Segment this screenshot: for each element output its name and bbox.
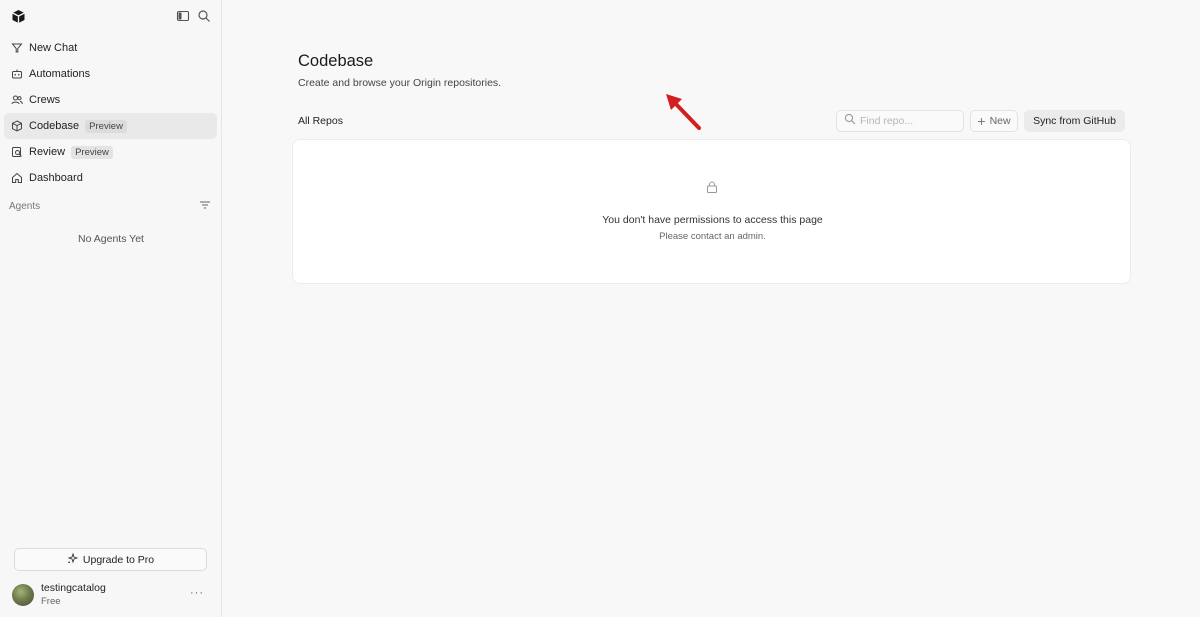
cube-icon xyxy=(11,120,23,132)
plus-icon: + xyxy=(977,113,986,129)
main-content: Codebase Create and browse your Origin r… xyxy=(222,0,1200,617)
review-icon xyxy=(11,146,23,158)
robot-icon xyxy=(11,68,23,80)
sidebar: New Chat Automations Crews Codebase Prev… xyxy=(0,0,222,617)
no-agents-message: No Agents Yet xyxy=(78,233,144,245)
sidebar-item-label: Review xyxy=(29,146,66,158)
sidebar-item-new-chat[interactable]: New Chat xyxy=(4,35,217,61)
permission-hint: Please contact an admin. xyxy=(659,231,766,242)
sidebar-item-label: Codebase xyxy=(29,120,80,132)
preview-badge: Preview xyxy=(85,119,127,133)
annotation-arrow-icon xyxy=(666,94,701,130)
avatar[interactable] xyxy=(12,584,34,606)
upgrade-label: Upgrade to Pro xyxy=(82,553,155,566)
search-icon xyxy=(844,112,856,130)
sidebar-item-label: Dashboard xyxy=(29,172,83,184)
sidebar-item-label: New Chat xyxy=(29,42,78,54)
lock-icon xyxy=(705,180,719,194)
sidebar-item-dashboard[interactable]: Dashboard xyxy=(4,165,217,191)
more-options-icon[interactable]: ··· xyxy=(190,587,204,599)
sidebar-item-automations[interactable]: Automations xyxy=(4,61,217,87)
funnel-icon xyxy=(11,42,23,54)
sync-github-button[interactable]: Sync from GitHub xyxy=(1024,110,1125,132)
logo-icon[interactable] xyxy=(11,9,26,24)
agents-section-header: Agents xyxy=(9,199,211,214)
agents-label: Agents xyxy=(9,201,41,212)
page-title: Codebase xyxy=(298,52,374,70)
permission-message: You don't have permissions to access thi… xyxy=(602,214,823,226)
user-name: testingcatalog xyxy=(41,582,106,594)
new-label: New xyxy=(989,115,1011,127)
sidebar-item-label: Crews xyxy=(29,94,61,106)
search-icon[interactable] xyxy=(197,9,211,23)
sparkle-icon xyxy=(67,552,79,567)
user-profile[interactable]: testingcatalog Free ··· xyxy=(12,581,212,609)
sidebar-nav: New Chat Automations Crews Codebase Prev… xyxy=(4,35,217,191)
search-input[interactable] xyxy=(860,115,960,127)
upgrade-button[interactable]: Upgrade to Pro xyxy=(14,548,207,571)
filter-icon[interactable] xyxy=(199,199,211,214)
sidebar-item-codebase[interactable]: Codebase Preview xyxy=(4,113,217,139)
preview-badge: Preview xyxy=(71,145,113,159)
toggle-sidebar-icon[interactable] xyxy=(176,9,190,23)
users-icon xyxy=(11,94,23,106)
home-icon xyxy=(11,172,23,184)
sidebar-item-label: Automations xyxy=(29,68,91,80)
sidebar-item-review[interactable]: Review Preview xyxy=(4,139,217,165)
tab-all-repos[interactable]: All Repos xyxy=(298,115,343,127)
new-repo-button[interactable]: + New xyxy=(970,110,1018,132)
user-plan: Free xyxy=(41,596,61,607)
empty-state-panel: You don't have permissions to access thi… xyxy=(292,139,1131,284)
sidebar-item-crews[interactable]: Crews xyxy=(4,87,217,113)
page-subtitle: Create and browse your Origin repositori… xyxy=(298,77,502,89)
find-repo-search[interactable] xyxy=(836,110,964,132)
